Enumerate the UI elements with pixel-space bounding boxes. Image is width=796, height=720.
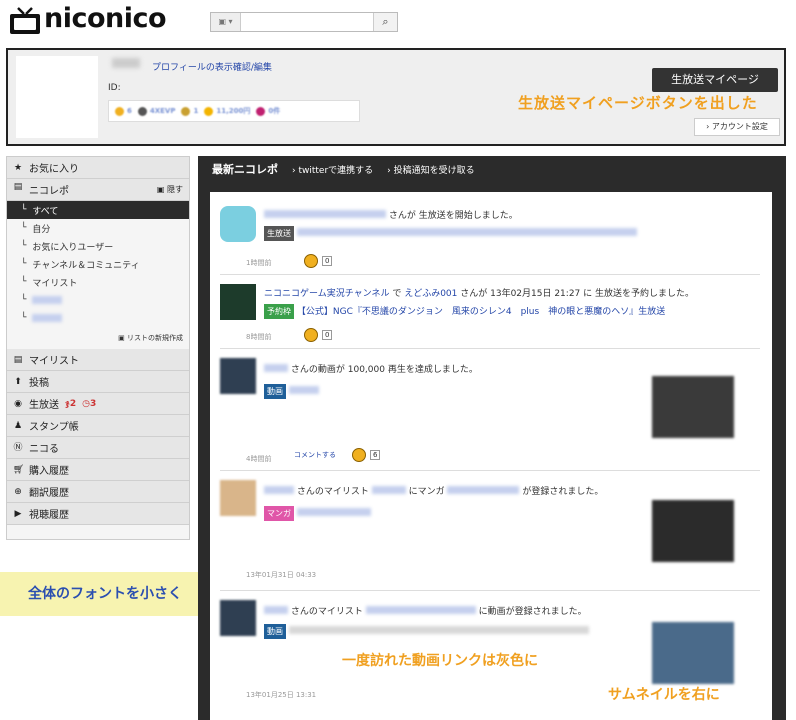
- list-item: さんのマイリスト にマンガ が登録されました。 マンガ 13年01月31日 04…: [220, 478, 760, 590]
- sidebar-sub-channel[interactable]: └ チャンネル＆コミュニティ: [7, 255, 189, 273]
- ticket-icon: [256, 106, 266, 116]
- cart-icon: 🛒︎: [13, 464, 25, 475]
- sidebar-item-stamps[interactable]: ♟ スタンプ帳: [7, 415, 189, 437]
- tab-latest-nicorepo[interactable]: 最新ニコレポ: [212, 161, 278, 177]
- account-settings-button[interactable]: › アカウント設定: [694, 118, 780, 136]
- nicoru-action[interactable]: 0: [304, 328, 333, 342]
- upload-icon: ⬆: [14, 376, 22, 387]
- user-name: [112, 58, 140, 68]
- comment-link[interactable]: コメントする: [294, 450, 336, 460]
- video-thumbnail[interactable]: [652, 376, 734, 438]
- nicoru-icon: [352, 448, 366, 462]
- annotation-font-size: 全体のフォントを小さく: [0, 572, 210, 616]
- tab-twitter[interactable]: › twitterで連携する: [292, 163, 373, 176]
- channel-link[interactable]: ニコニコゲーム実況チャンネル: [264, 289, 389, 299]
- tag-manga: マンガ: [264, 506, 294, 521]
- tag-video: 動画: [264, 384, 286, 399]
- annotation-live-button: 生放送マイページボタンを出した: [518, 94, 758, 112]
- tag-reserved: 予約枠: [264, 304, 294, 319]
- stamp-icon: ♟: [13, 420, 23, 431]
- sidebar-sub-list-1[interactable]: └: [7, 291, 189, 309]
- star-icon: ★: [13, 162, 23, 173]
- sidebar-item-history[interactable]: ▶ 視聴履歴: [7, 503, 189, 525]
- stat-nicoru[interactable]: 1: [181, 106, 198, 116]
- nicoru-icon: [181, 106, 191, 116]
- tag-live: 生放送: [264, 226, 294, 241]
- sidebar-item-translate[interactable]: ⊕ 翻訳履歴: [7, 481, 189, 503]
- logo[interactable]: niconico: [44, 3, 167, 34]
- entry-time: 4時間前: [246, 455, 272, 463]
- mylist-icon: ▤: [13, 354, 23, 365]
- nicoru-action[interactable]: 6: [352, 448, 381, 462]
- main-panel: 最新ニコレポ › twitterで連携する › 投稿通知を受け取る さんが 生放…: [198, 156, 786, 720]
- search-icon[interactable]: ⌕: [373, 13, 397, 31]
- video-thumbnail[interactable]: [652, 622, 734, 684]
- live-mypage-button[interactable]: 生放送マイページ: [652, 68, 778, 92]
- sidebar-sub-all[interactable]: └ すべて: [7, 201, 189, 219]
- manga-thumbnail[interactable]: [652, 500, 734, 562]
- profile-panel: プロフィールの表示確認/編集 ID: 6 4XEVP 1 11,200円 0件 …: [6, 48, 786, 146]
- sidebar-item-nicoru[interactable]: Ⓝ ニコる: [7, 437, 189, 459]
- sidebar-item-nicorepo[interactable]: ▤ ニコレポ ▣ 隠す: [7, 179, 189, 201]
- tag-video: 動画: [264, 624, 286, 639]
- entry-time: 8時間前: [246, 333, 272, 341]
- person-icon: [137, 106, 147, 116]
- search-type-select[interactable]: ▣ ▾: [211, 13, 241, 31]
- sidebar-sub-list-2[interactable]: └: [7, 309, 189, 327]
- sidebar-item-upload[interactable]: ⬆ 投稿: [7, 371, 189, 393]
- nicoru-icon: Ⓝ: [13, 442, 23, 453]
- stat-point[interactable]: 11,200円: [204, 106, 250, 116]
- sidebar-item-mylist[interactable]: ▤ マイリスト: [7, 349, 189, 371]
- stat-ticket[interactable]: 0件: [256, 106, 280, 116]
- list-item: さんの動画が 100,000 再生を達成しました。 動画 4時間前 コメントする…: [220, 356, 760, 466]
- live-count-reserved: ◷3: [82, 398, 97, 409]
- sidebar: ★ お気に入り ▤ ニコレポ ▣ 隠す └ すべて └ 自分 └ お気に入りユーザー…: [6, 156, 190, 540]
- entry-time: 13年01月25日 13:31: [246, 691, 317, 699]
- list-icon: ▤: [13, 182, 23, 192]
- user-stats: 6 4XEVP 1 11,200円 0件: [108, 100, 360, 122]
- hide-toggle[interactable]: ▣ 隠す: [157, 184, 183, 195]
- user-link[interactable]: えどふみ001: [404, 289, 457, 299]
- entry-time: 13年01月31日 04:33: [246, 571, 317, 579]
- stat-star[interactable]: 6: [115, 106, 132, 116]
- sidebar-sub-self[interactable]: └ 自分: [7, 219, 189, 237]
- play-icon: ▶: [14, 508, 22, 519]
- sidebar-sub-mylist[interactable]: └ マイリスト: [7, 273, 189, 291]
- program-link[interactable]: 【公式】NGC『不思議のダンジョン 風来のシレン4 plus 神の眼と悪魔のヘソ…: [297, 307, 665, 317]
- nicoru-icon: [304, 328, 318, 342]
- niconico-tv-icon[interactable]: [8, 6, 42, 36]
- sidebar-item-purchase[interactable]: 🛒︎ 購入履歴: [7, 459, 189, 481]
- nicoru-icon: [304, 254, 318, 268]
- user-thumbnail[interactable]: [220, 358, 256, 394]
- channel-thumbnail[interactable]: [220, 284, 256, 320]
- coin-icon: [204, 106, 214, 116]
- entry-time: 1時間前: [246, 259, 272, 267]
- avatar[interactable]: [16, 56, 98, 138]
- user-id: ID:: [108, 83, 121, 93]
- globe-icon: ⊕: [14, 486, 22, 497]
- nicoru-action[interactable]: 0: [304, 254, 333, 268]
- star-icon: [115, 106, 124, 116]
- annotation-thumbnail-right: サムネイルを右に: [608, 687, 720, 703]
- live-count-onair: ჯ2: [65, 398, 77, 409]
- profile-edit-link[interactable]: プロフィールの表示確認/編集: [152, 60, 272, 73]
- user-thumbnail[interactable]: [220, 480, 256, 516]
- entry-thumbnail[interactable]: [220, 206, 256, 242]
- feed: さんが 生放送を開始しました。 生放送 1時間前 0 ニコニコゲーム実況チャンネ…: [210, 192, 772, 720]
- search-box[interactable]: ▣ ▾ ⌕: [210, 12, 398, 32]
- tab-notify[interactable]: › 投稿通知を受け取る: [387, 163, 474, 176]
- list-item: さんが 生放送を開始しました。 生放送 1時間前 0: [220, 202, 760, 274]
- list-item: ニコニコゲーム実況チャンネル で えどふみ001 さんが 13年02月15日 2…: [220, 282, 760, 346]
- sidebar-item-favorites[interactable]: ★ お気に入り: [7, 157, 189, 179]
- annotation-visited-links: 一度訪れた動画リンクは灰色に: [342, 653, 538, 669]
- user-thumbnail[interactable]: [220, 600, 256, 636]
- new-list-link[interactable]: ▣ リストの新規作成: [7, 327, 189, 349]
- sidebar-sub-fav-users[interactable]: └ お気に入りユーザー: [7, 237, 189, 255]
- main-tabs: 最新ニコレポ › twitterで連携する › 投稿通知を受け取る: [198, 156, 786, 182]
- sidebar-item-live[interactable]: ◉ 生放送 ჯ2 ◷3: [7, 393, 189, 415]
- live-icon: ◉: [14, 398, 22, 409]
- stat-exp[interactable]: 4XEVP: [137, 106, 175, 116]
